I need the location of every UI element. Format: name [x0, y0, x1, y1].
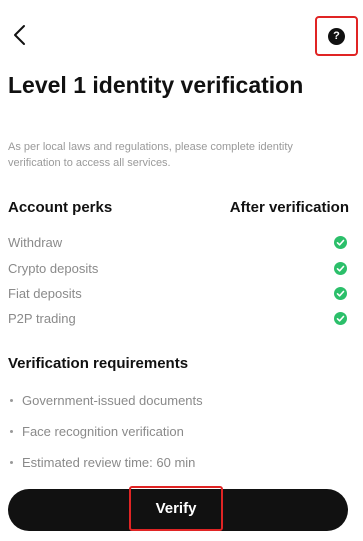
identity-verification-page: ? Level 1 identity verification As per l…	[0, 0, 363, 541]
check-circle-icon	[334, 235, 347, 249]
perks-header: Account perks After verification	[8, 199, 349, 216]
bullet-icon	[10, 429, 13, 433]
perk-label: P2P trading	[8, 310, 76, 326]
check-circle-icon	[334, 286, 347, 300]
perk-row-fiat-deposits: Fiat deposits	[8, 283, 349, 303]
perk-label: Fiat deposits	[8, 285, 82, 301]
check-circle-icon	[334, 311, 347, 325]
perks-header-left: Account perks	[8, 199, 113, 216]
page-subtitle: As per local laws and regulations, pleas…	[8, 141, 293, 169]
help-glyph: ?	[333, 29, 340, 42]
perk-label: Withdraw	[8, 234, 63, 250]
requirement-text: Face recognition verification	[22, 423, 184, 439]
verify-button-highlight[interactable]: Verify	[129, 486, 223, 531]
bullet-icon	[10, 398, 13, 402]
perk-row-p2p-trading: P2P trading	[8, 308, 349, 328]
requirement-text: Government-issued documents	[22, 392, 203, 408]
page-title: Level 1 identity verification	[8, 72, 304, 98]
requirements-title: Verification requirements	[8, 355, 189, 372]
perk-label: Crypto deposits	[8, 260, 99, 276]
requirement-item: Estimated review time: 60 min	[10, 452, 195, 472]
verify-button-label: Verify	[155, 500, 197, 517]
question-circle-icon: ?	[328, 27, 345, 45]
perk-row-crypto-deposits: Crypto deposits	[8, 258, 349, 278]
perk-row-withdraw: Withdraw	[8, 232, 349, 252]
check-circle-icon	[334, 261, 347, 275]
perks-header-right: After verification	[229, 199, 349, 216]
help-button[interactable]: ?	[315, 16, 358, 56]
requirement-item: Face recognition verification	[10, 421, 184, 441]
requirement-item: Government-issued documents	[10, 390, 203, 410]
back-button[interactable]	[8, 22, 30, 48]
chevron-left-icon	[14, 25, 25, 45]
requirement-text: Estimated review time: 60 min	[22, 454, 196, 470]
bullet-icon	[10, 460, 13, 464]
